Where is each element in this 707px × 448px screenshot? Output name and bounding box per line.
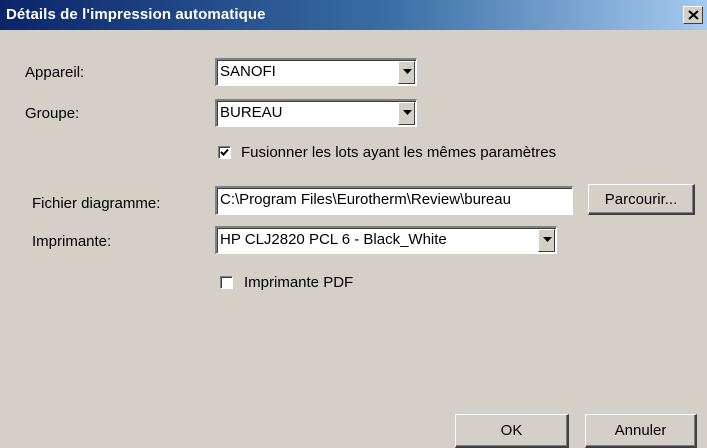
imprimante-dropdown[interactable]: HP CLJ2820 PCL 6 - Black_White xyxy=(215,226,557,254)
groupe-dropdown[interactable]: BUREAU xyxy=(215,99,417,127)
cancel-button-label: Annuler xyxy=(614,422,667,439)
imprimante-dropdown-button[interactable] xyxy=(538,229,555,252)
close-button[interactable] xyxy=(683,6,703,24)
close-icon xyxy=(688,10,699,20)
title-bar[interactable]: Détails de l'impression automatique xyxy=(0,0,707,30)
groupe-dropdown-button[interactable] xyxy=(398,102,415,125)
window-title: Détails de l'impression automatique xyxy=(6,6,266,23)
ok-button-label: OK xyxy=(500,422,523,439)
fusionner-checkbox[interactable] xyxy=(218,146,231,159)
browse-button[interactable]: Parcourir... xyxy=(588,184,695,215)
fichier-path-input[interactable]: C:\Program Files\Eurotherm\Review\bureau xyxy=(215,186,573,215)
browse-button-label: Parcourir... xyxy=(604,191,678,208)
cancel-button[interactable]: Annuler xyxy=(585,414,697,448)
appareil-dropdown[interactable]: SANOFI xyxy=(215,58,417,86)
imprimante-pdf-checkbox[interactable] xyxy=(220,276,233,289)
imprimante-value: HP CLJ2820 PCL 6 - Black_White xyxy=(220,231,447,248)
fichier-path-value: C:\Program Files\Eurotherm\Review\bureau xyxy=(220,191,511,208)
appareil-value: SANOFI xyxy=(220,63,276,80)
imprimante-label: Imprimante: xyxy=(32,233,112,250)
fusionner-label[interactable]: Fusionner les lots ayant les mêmes param… xyxy=(241,144,556,161)
appareil-dropdown-button[interactable] xyxy=(398,61,415,84)
imprimante-pdf-label[interactable]: Imprimante PDF xyxy=(244,274,353,291)
ok-button[interactable]: OK xyxy=(455,414,569,448)
groupe-value: BUREAU xyxy=(220,104,283,121)
chevron-down-icon xyxy=(403,69,412,74)
chevron-down-icon xyxy=(403,110,412,115)
auto-print-details-dialog: Détails de l'impression automatique Appa… xyxy=(0,0,707,448)
fichier-label: Fichier diagramme: xyxy=(32,195,161,212)
appareil-label: Appareil: xyxy=(25,64,85,81)
chevron-down-icon xyxy=(543,237,552,242)
checkmark-icon xyxy=(220,148,229,156)
groupe-label: Groupe: xyxy=(25,105,80,122)
